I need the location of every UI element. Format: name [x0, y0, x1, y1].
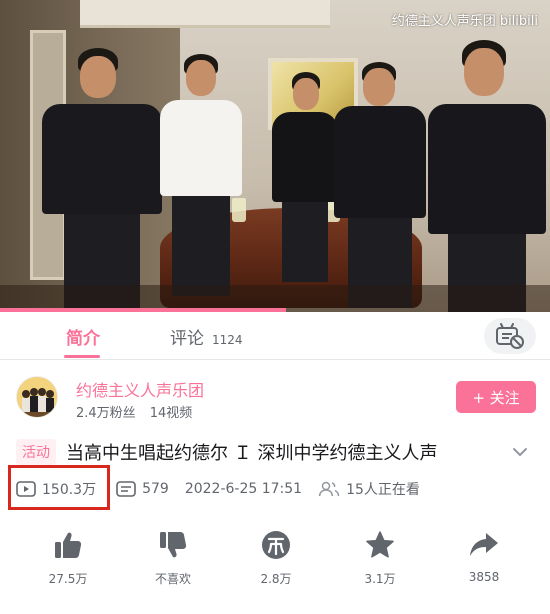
uploader-meta: 2.4万粉丝 14视频 — [76, 402, 192, 421]
uploader-avatar[interactable] — [16, 376, 58, 418]
danmaku-count: 579 — [116, 481, 169, 497]
like-count: 27.5万 — [48, 572, 88, 586]
tab-comments-label: 评论 — [170, 329, 204, 349]
video-title-row[interactable]: 活动 当高中生唱起约德尔 Ｉ 深圳中学约德主义人声 — [16, 437, 546, 467]
coin-button[interactable]: 2.8万 — [236, 530, 316, 587]
dislike-button[interactable]: 不喜欢 — [133, 530, 213, 587]
tab-comments[interactable]: 评论 1124 — [170, 324, 243, 349]
star-icon — [366, 531, 394, 558]
uploader-fans: 2.4万粉丝 — [76, 406, 136, 421]
share-icon — [470, 533, 498, 556]
thumbs-up-icon — [55, 532, 82, 558]
danmaku-count-value: 579 — [142, 481, 169, 497]
coin-icon — [262, 531, 290, 559]
favorite-count: 3.1万 — [364, 572, 396, 586]
danmaku-icon — [116, 481, 136, 497]
dislike-label: 不喜欢 — [154, 572, 191, 586]
avatar-image — [17, 377, 57, 417]
uploader-name[interactable]: 约德主义人声乐团 — [76, 377, 204, 401]
video-glass — [232, 198, 246, 222]
activity-tag[interactable]: 活动 — [16, 439, 56, 465]
video-title: 当高中生唱起约德尔 Ｉ 深圳中学约德主义人声 — [66, 443, 438, 464]
coin-count: 2.8万 — [260, 572, 292, 586]
tab-comments-count: 1124 — [212, 333, 243, 347]
danmaku-off-icon — [496, 323, 524, 349]
video-ceiling — [80, 0, 330, 28]
danmaku-toggle-button[interactable] — [484, 318, 536, 354]
tab-intro-label: 简介 — [66, 329, 100, 349]
favorite-button[interactable]: 3.1万 — [340, 530, 420, 587]
uploader-videos: 14视频 — [149, 406, 193, 421]
like-button[interactable]: 27.5万 — [28, 530, 108, 587]
follow-button[interactable]: + 关注 — [456, 381, 536, 413]
publish-date-value: 2022-6-25 17:51 — [184, 481, 303, 497]
share-count: 3858 — [468, 570, 500, 584]
watching-now-value: 15人正在看 — [346, 482, 420, 498]
publish-date: 2022-6-25 17:51 — [185, 481, 302, 497]
chevron-down-icon[interactable] — [510, 442, 530, 462]
watching-now: 15人正在看 — [318, 479, 420, 499]
tab-intro[interactable]: 简介 — [66, 324, 100, 349]
video-watermark: 约德主义人声乐团 bilibili — [391, 14, 538, 29]
play-count-highlight — [8, 465, 110, 510]
thumbs-down-icon — [160, 532, 187, 558]
action-bar: 27.5万 不喜欢 2.8万 3.1万 3858 — [0, 530, 550, 600]
tab-active-indicator — [64, 355, 100, 358]
share-button[interactable]: 3858 — [444, 530, 524, 584]
video-player[interactable]: 约德主义人声乐团 bilibili — [0, 0, 550, 312]
users-icon — [318, 481, 340, 497]
tab-bar: 简介 评论 1124 — [0, 312, 550, 360]
